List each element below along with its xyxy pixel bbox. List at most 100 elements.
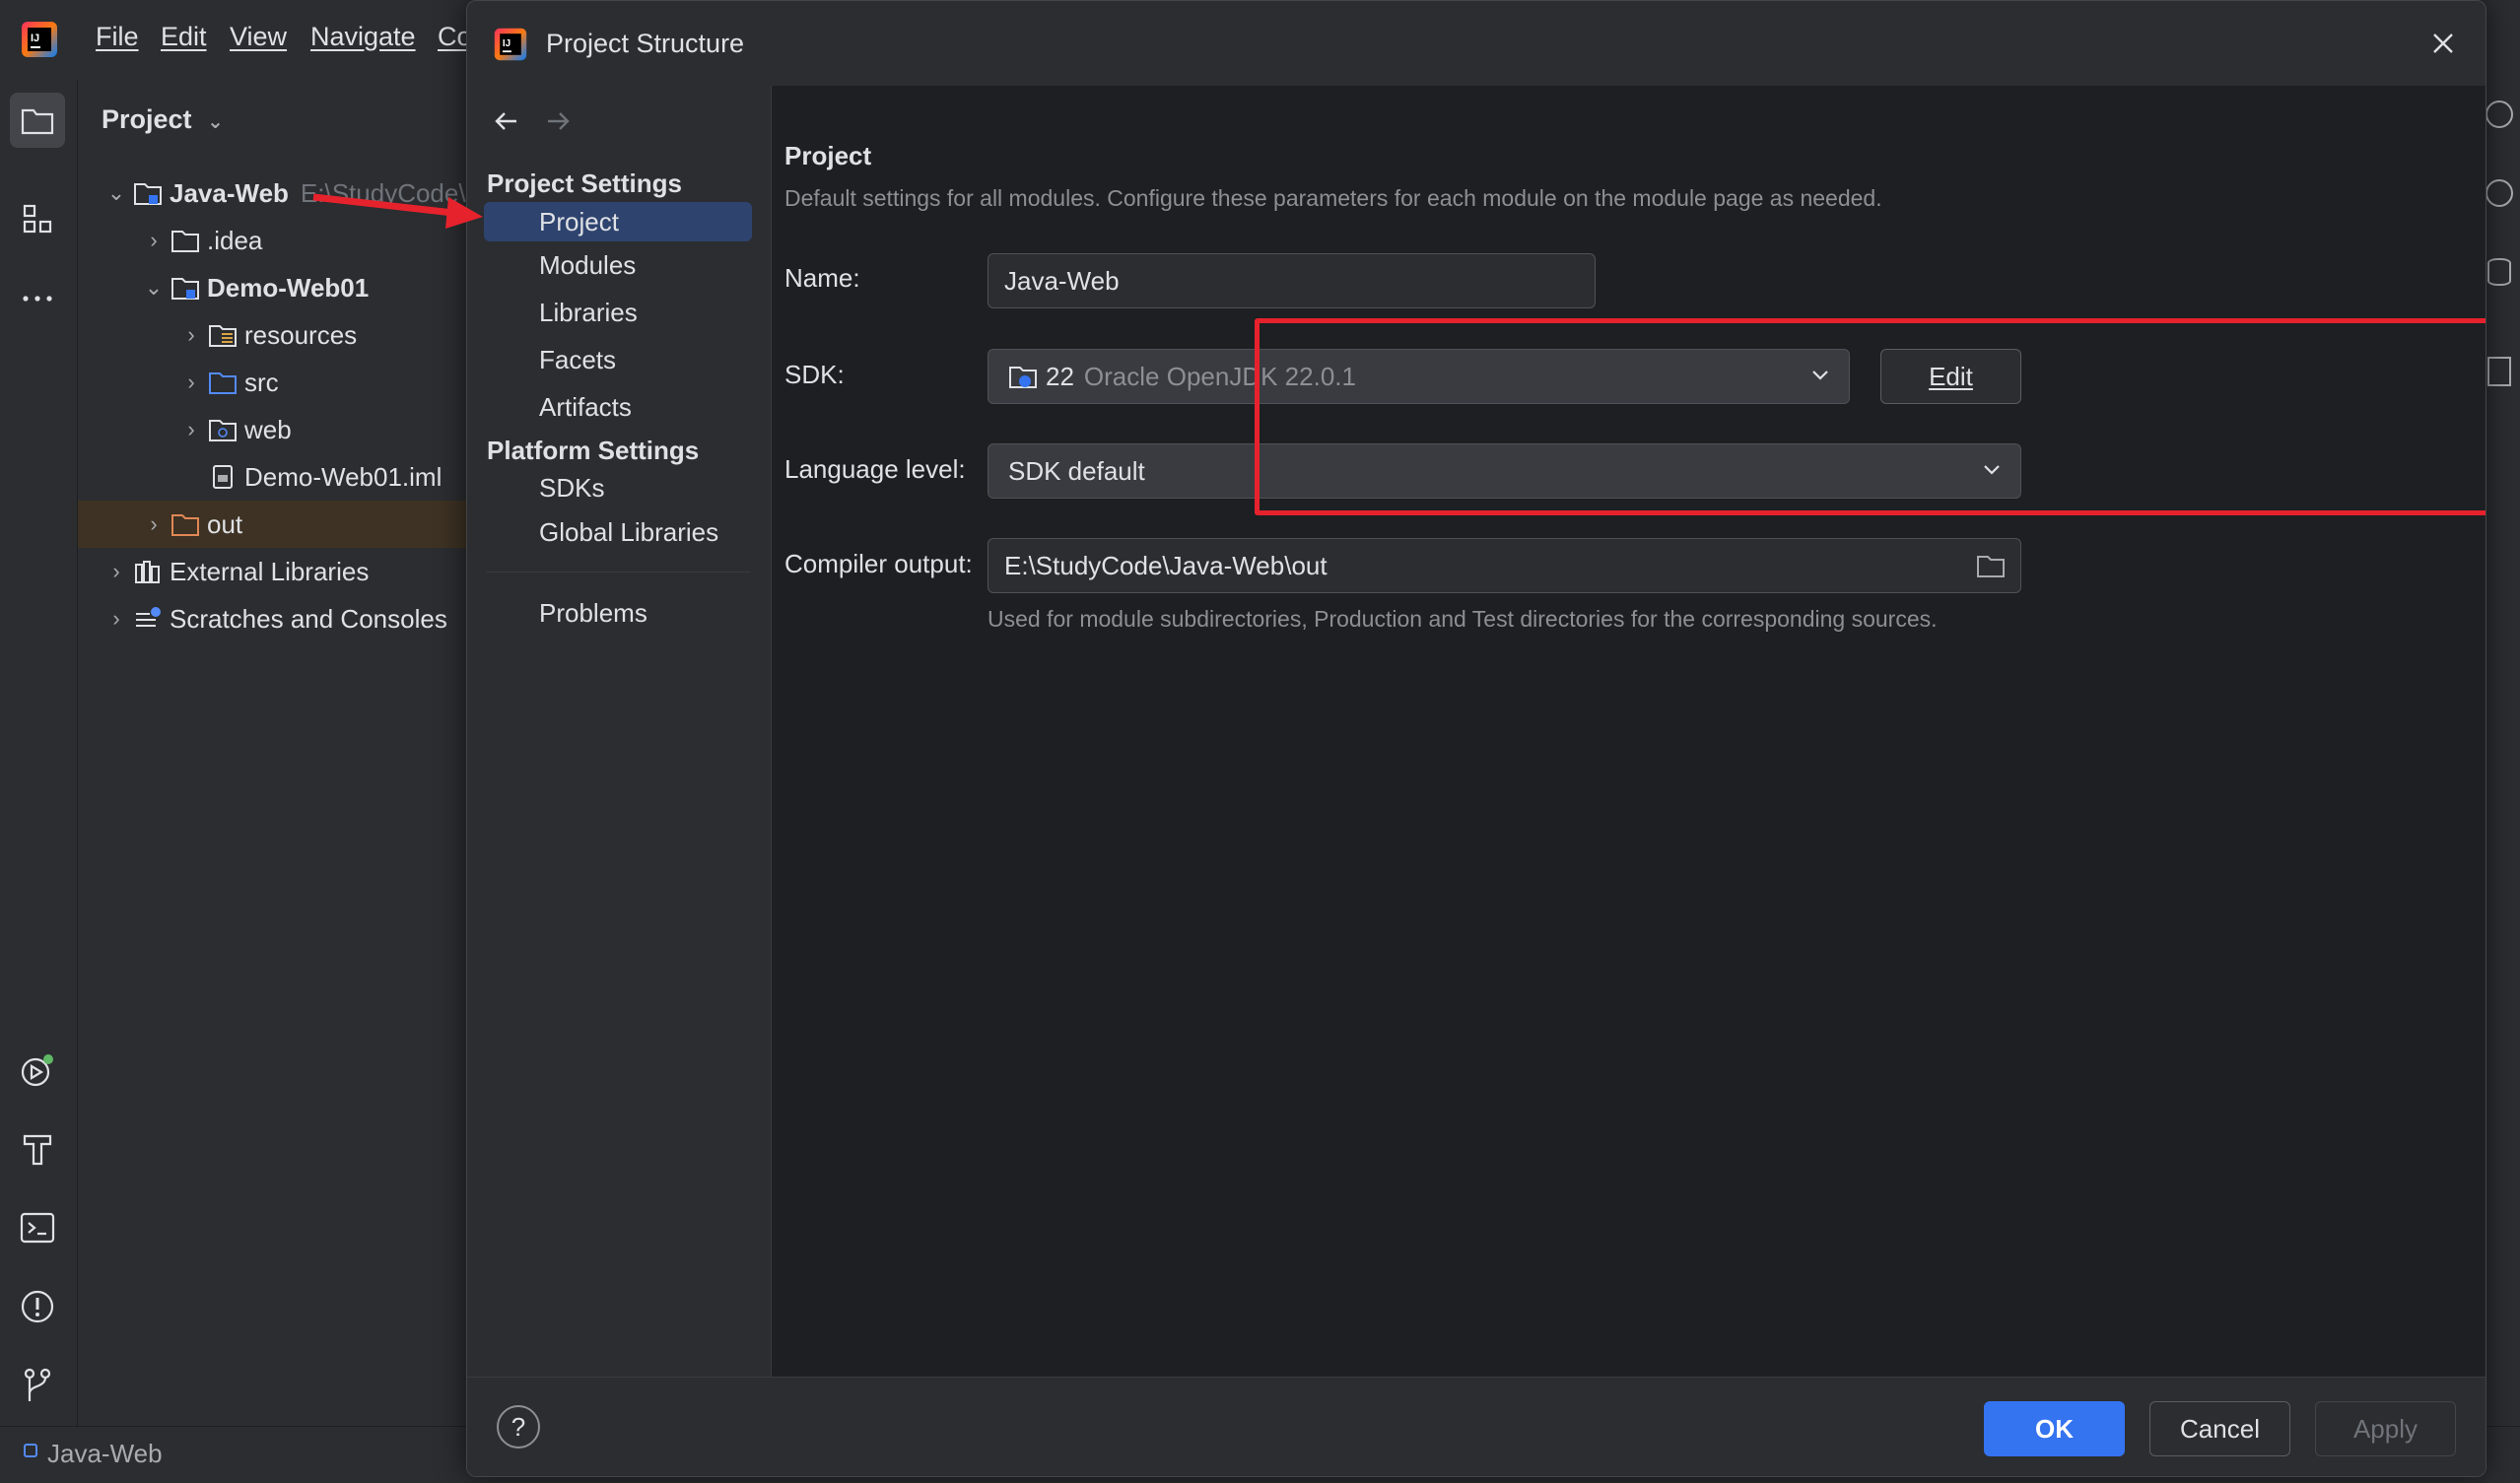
tree-node-idea[interactable]: › .idea: [140, 217, 262, 264]
apply-button[interactable]: Apply: [2315, 1401, 2456, 1456]
ai-assistant-icon[interactable]: [2486, 179, 2513, 207]
maven-icon[interactable]: [2487, 357, 2511, 386]
tree-node-demo-web01[interactable]: ⌄ Demo-Web01: [140, 264, 369, 311]
name-value: Java-Web: [1004, 265, 1120, 296]
terminal-icon[interactable]: [10, 1200, 65, 1255]
tree-label: Demo-Web01.iml: [244, 461, 443, 492]
compiler-output-hint: Used for module subdirectories, Producti…: [988, 606, 1938, 632]
sidebar-item-libraries[interactable]: Libraries: [484, 293, 752, 332]
notifications-icon[interactable]: [2486, 101, 2513, 128]
source-folder-icon: [205, 368, 240, 397]
name-field[interactable]: Java-Web: [988, 253, 1596, 308]
tree-label: Demo-Web01: [207, 272, 370, 303]
ok-button[interactable]: OK: [1984, 1401, 2125, 1456]
chevron-right-icon[interactable]: ›: [102, 559, 130, 584]
menu-navigate[interactable]: Navigate: [310, 22, 416, 52]
folder-icon: [168, 226, 203, 255]
chevron-right-icon[interactable]: ›: [140, 228, 168, 253]
sidebar-item-facets[interactable]: Facets: [484, 340, 752, 379]
build-hammer-icon[interactable]: [10, 1121, 65, 1177]
database-icon[interactable]: [2487, 258, 2511, 286]
intellij-logo-icon: IJ: [20, 20, 59, 59]
sidebar-item-problems[interactable]: Problems: [484, 593, 752, 633]
apply-button-label: Apply: [2352, 1413, 2418, 1444]
sidebar-item-artifacts[interactable]: Artifacts: [484, 387, 752, 427]
language-level-value: SDK default: [1008, 455, 1145, 486]
dialog-title: Project Structure: [546, 29, 745, 58]
chevron-right-icon[interactable]: ›: [177, 370, 205, 395]
compiler-output-field[interactable]: E:\StudyCode\Java-Web\out: [988, 538, 2021, 593]
tree-label: Java-Web: [170, 177, 289, 208]
module-icon: [24, 1444, 37, 1457]
sidebar-item-sdks[interactable]: SDKs: [484, 468, 752, 507]
resources-folder-icon: [205, 320, 240, 350]
sidebar-item-label: Global Libraries: [539, 516, 719, 547]
close-icon[interactable]: [2428, 29, 2458, 58]
chevron-down-icon[interactable]: ⌄: [140, 275, 168, 301]
status-project-name[interactable]: Java-Web: [47, 1439, 163, 1469]
help-icon[interactable]: ?: [497, 1405, 540, 1449]
sdk-label: SDK:: [784, 360, 845, 389]
cancel-button[interactable]: Cancel: [2149, 1401, 2290, 1456]
chevron-right-icon[interactable]: ›: [177, 322, 205, 348]
tree-node-external-libraries[interactable]: › External Libraries: [102, 548, 369, 595]
tree-label: External Libraries: [170, 556, 370, 586]
project-panel-title[interactable]: Project ⌄: [102, 104, 224, 135]
project-settings-content: Project Default settings for all modules…: [772, 86, 2486, 1377]
tree-label: out: [207, 508, 243, 539]
chevron-down-icon[interactable]: ⌄: [102, 180, 130, 206]
menu-edit[interactable]: Edit: [161, 22, 207, 52]
svg-text:IJ: IJ: [503, 38, 511, 49]
sidebar-item-label: Problems: [539, 597, 647, 628]
project-panel-title-text: Project: [102, 104, 192, 134]
sidebar-item-global-libraries[interactable]: Global Libraries: [484, 512, 752, 552]
dialog-sidebar: Project Settings Project Modules Librari…: [467, 86, 772, 1377]
left-tool-window-bar: [0, 81, 78, 1426]
intellij-logo-icon: IJ: [493, 27, 528, 62]
tree-node-scratches[interactable]: › Scratches and Consoles: [102, 595, 447, 642]
help-glyph: ?: [511, 1411, 526, 1442]
chevron-right-icon[interactable]: ›: [102, 606, 130, 632]
tree-node-out[interactable]: › out: [78, 501, 472, 548]
compiler-output-value: E:\StudyCode\Java-Web\out: [1004, 550, 1328, 580]
ok-button-label: OK: [2035, 1413, 2074, 1444]
library-icon: [130, 557, 166, 586]
sidebar-item-label: Artifacts: [539, 391, 632, 422]
sidebar-item-modules[interactable]: Modules: [484, 245, 752, 285]
structure-icon[interactable]: [10, 191, 65, 246]
annotation-highlight-box: [1255, 318, 2486, 515]
menu-file[interactable]: File: [96, 22, 139, 52]
right-tool-window-bar: [2484, 81, 2520, 1426]
sidebar-item-label: Libraries: [539, 297, 638, 327]
tree-node-resources[interactable]: › resources: [177, 311, 357, 359]
back-arrow-icon[interactable]: [491, 105, 522, 137]
compiler-output-label: Compiler output:: [784, 549, 973, 578]
tree-node-iml-file[interactable]: Demo-Web01.iml: [205, 453, 442, 501]
tree-label: web: [244, 414, 292, 444]
project-settings-heading: Project Settings: [487, 169, 682, 198]
sidebar-item-label: Modules: [539, 249, 637, 280]
excluded-folder-icon: [168, 509, 203, 539]
menu-view[interactable]: View: [230, 22, 287, 52]
tree-node-web[interactable]: › web: [177, 406, 292, 453]
git-branch-icon[interactable]: [10, 1358, 65, 1413]
forward-arrow-icon[interactable]: [542, 105, 574, 137]
chevron-right-icon[interactable]: ›: [177, 417, 205, 442]
tree-label: src: [244, 367, 279, 397]
language-level-label: Language level:: [784, 454, 966, 484]
tree-node-src[interactable]: › src: [177, 359, 279, 406]
sdk-version: 22: [1046, 361, 1074, 391]
chevron-down-icon: ⌄: [207, 111, 224, 133]
web-folder-icon: [205, 415, 240, 444]
more-tools-icon[interactable]: [10, 271, 65, 326]
services-run-icon[interactable]: [10, 1044, 65, 1099]
iml-file-icon: [205, 462, 240, 492]
problems-icon[interactable]: [10, 1279, 65, 1334]
tree-label: resources: [244, 319, 358, 350]
project-folder-icon[interactable]: [10, 93, 65, 148]
sidebar-item-label: Facets: [539, 344, 617, 374]
chevron-right-icon[interactable]: ›: [140, 511, 168, 537]
browse-folder-icon[interactable]: [1975, 551, 2007, 580]
sidebar-item-project[interactable]: Project: [484, 202, 752, 241]
tree-label: .idea: [207, 225, 263, 255]
